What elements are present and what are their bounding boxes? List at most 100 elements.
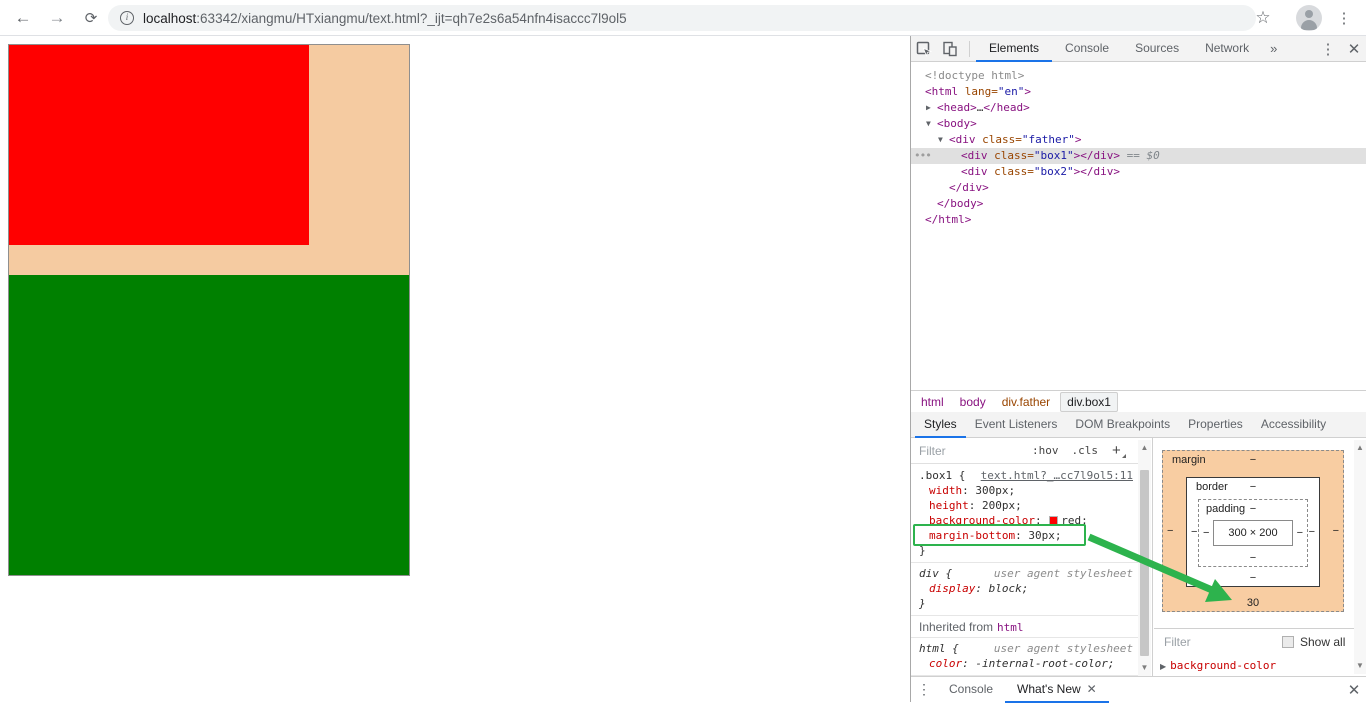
border-bottom-value[interactable]: − xyxy=(1250,572,1256,584)
css-property-name[interactable]: width xyxy=(929,484,962,497)
css-property-name[interactable]: display xyxy=(929,582,975,595)
tree-row[interactable]: </div> xyxy=(911,180,1366,196)
tree-row[interactable]: <html lang="en"> xyxy=(911,84,1366,100)
css-property-value[interactable]: 200px; xyxy=(982,499,1022,512)
breadcrumb-item-div-box1[interactable]: div.box1 xyxy=(1060,391,1118,412)
css-declaration[interactable]: width: 300px; xyxy=(911,483,1138,498)
show-all-label: Show all xyxy=(1300,635,1346,649)
address-bar[interactable]: i localhost:63342/xiangmu/HTxiangmu/text… xyxy=(108,5,1256,31)
scrollbar-thumb[interactable] xyxy=(1140,470,1149,656)
tree-row[interactable]: <div class="box2"></div> xyxy=(911,164,1366,180)
tab-sources[interactable]: Sources xyxy=(1122,36,1192,62)
collapse-arrow-icon[interactable]: ▼ xyxy=(926,116,937,132)
tab-properties[interactable]: Properties xyxy=(1179,412,1252,438)
sidebar-scrollbar[interactable]: ▲ ▼ xyxy=(1354,440,1366,674)
css-property-value[interactable]: 30px; xyxy=(1028,529,1061,542)
expand-triangle-icon[interactable]: ▶ xyxy=(1160,662,1166,671)
css-property-name[interactable]: margin-bottom xyxy=(929,529,1015,542)
css-declaration[interactable]: height: 200px; xyxy=(911,498,1138,513)
tab-elements[interactable]: Elements xyxy=(976,36,1052,62)
breadcrumb-item-html[interactable]: html xyxy=(915,393,950,411)
reload-icon[interactable]: ⟳ xyxy=(76,0,106,36)
inherited-node[interactable]: html xyxy=(997,621,1024,634)
tab-close-icon[interactable]: ✕ xyxy=(1087,682,1097,696)
box-model-border[interactable]: border − − − − padding − − − − 300 × 200 xyxy=(1186,477,1320,587)
devtools-menu-icon[interactable]: ⋮ xyxy=(1315,36,1341,62)
scroll-up-icon[interactable]: ▲ xyxy=(1138,442,1151,454)
bookmark-star-icon[interactable]: ☆ xyxy=(1248,0,1278,36)
tree-row[interactable]: </body> xyxy=(911,196,1366,212)
class-toggle[interactable]: .cls xyxy=(1072,444,1099,457)
tab-console[interactable]: Console xyxy=(1052,36,1122,62)
css-declaration[interactable]: color: -internal-root-color; xyxy=(911,656,1138,671)
breadcrumb-item-body[interactable]: body xyxy=(954,393,992,411)
border-right-value[interactable]: − xyxy=(1309,526,1315,538)
padding-right-value[interactable]: − xyxy=(1297,527,1303,539)
box-model-padding[interactable]: padding − − − − 300 × 200 xyxy=(1198,499,1308,567)
stylesheet-source-link[interactable]: text.html?_…cc7l9ol5:11 xyxy=(981,468,1133,483)
breadcrumb-item-div-father[interactable]: div.father xyxy=(996,393,1056,411)
new-style-rule-button[interactable]: + xyxy=(1112,442,1126,459)
css-declaration[interactable]: display: block; xyxy=(911,581,1138,596)
computed-filter-input[interactable] xyxy=(1164,635,1254,649)
drawer-menu-icon[interactable]: ⋮ xyxy=(911,681,937,698)
tree-row[interactable]: </html> xyxy=(911,212,1366,228)
css-property-name[interactable]: height xyxy=(929,499,969,512)
collapse-arrow-icon[interactable]: ▼ xyxy=(938,132,949,148)
scroll-up-icon[interactable]: ▲ xyxy=(1354,442,1366,454)
tab-accessibility[interactable]: Accessibility xyxy=(1252,412,1335,438)
expand-arrow-icon[interactable]: ▶ xyxy=(926,100,937,116)
tree-row[interactable]: ▼ <div class="father"> xyxy=(911,132,1366,148)
styles-filter-input[interactable] xyxy=(919,443,1019,458)
tree-row[interactable]: ▼ <body> xyxy=(911,116,1366,132)
browser-menu-icon[interactable]: ⋮ xyxy=(1332,0,1356,36)
drawer-close-icon[interactable]: ✕ xyxy=(1341,677,1366,703)
border-top-value[interactable]: − xyxy=(1250,481,1256,493)
tab-dom-breakpoints[interactable]: DOM Breakpoints xyxy=(1066,412,1179,438)
box-model-content[interactable]: 300 × 200 xyxy=(1213,520,1293,546)
css-property-value[interactable]: 300px; xyxy=(975,484,1015,497)
rule-selector[interactable]: html { xyxy=(919,642,959,655)
devtools-close-icon[interactable]: ✕ xyxy=(1341,36,1366,62)
padding-left-value[interactable]: − xyxy=(1203,527,1209,539)
margin-right-value[interactable]: − xyxy=(1333,525,1339,537)
device-toolbar-icon[interactable] xyxy=(937,36,963,62)
padding-bottom-value[interactable]: − xyxy=(1250,552,1256,564)
drawer-tab-what-s-new[interactable]: What's New ✕ xyxy=(1005,677,1109,703)
styles-scrollbar[interactable]: ▲ ▼ xyxy=(1138,440,1151,676)
border-left-value[interactable]: − xyxy=(1191,526,1197,538)
more-panels-icon[interactable]: » xyxy=(1262,41,1285,56)
tree-row[interactable]: <!doctype html> xyxy=(911,68,1366,84)
box-model-margin[interactable]: margin − − − 30 border − − − − padding −… xyxy=(1162,450,1344,612)
inspect-element-icon[interactable] xyxy=(911,36,937,62)
tab-network[interactable]: Network xyxy=(1192,36,1262,62)
avatar[interactable] xyxy=(1296,5,1322,31)
tab-styles[interactable]: Styles xyxy=(915,412,966,438)
computed-property-row[interactable]: ▶ background-color xyxy=(1160,657,1276,674)
code-segment: ></div> xyxy=(1073,165,1120,178)
rule-selector[interactable]: .box1 { xyxy=(919,469,965,482)
margin-top-value[interactable]: − xyxy=(1250,454,1256,466)
scroll-down-icon[interactable]: ▼ xyxy=(1354,660,1366,672)
css-property-name[interactable]: color xyxy=(929,657,962,670)
margin-left-value[interactable]: − xyxy=(1167,525,1173,537)
padding-top-value[interactable]: − xyxy=(1250,503,1256,515)
url-text[interactable]: localhost:63342/xiangmu/HTxiangmu/text.h… xyxy=(143,11,627,26)
margin-bottom-value[interactable]: 30 xyxy=(1247,597,1259,609)
back-icon[interactable]: ← xyxy=(8,0,38,36)
scroll-down-icon[interactable]: ▼ xyxy=(1138,662,1151,674)
css-declaration[interactable]: margin-bottom: 30px; xyxy=(911,524,1138,546)
page-info-icon[interactable]: i xyxy=(120,11,134,25)
show-all-checkbox[interactable] xyxy=(1282,636,1294,648)
css-property-value[interactable]: block; xyxy=(989,582,1029,595)
stylesheet-origin: user agent stylesheet xyxy=(993,642,1133,655)
url-rest: :63342/xiangmu/HTxiangmu/text.html?_ijt=… xyxy=(196,10,627,26)
rule-selector[interactable]: div { xyxy=(919,567,952,580)
pseudo-state-toggle[interactable]: :hov xyxy=(1032,444,1059,457)
drawer-tab-console[interactable]: Console xyxy=(937,677,1005,703)
tab-event-listeners[interactable]: Event Listeners xyxy=(966,412,1067,438)
forward-icon[interactable]: → xyxy=(42,0,72,36)
css-property-value[interactable]: -internal-root-color; xyxy=(975,657,1114,670)
tree-row[interactable]: ••• <div class="box1"></div> == $0 xyxy=(911,148,1366,164)
tree-row[interactable]: ▶ <head>…</head> xyxy=(911,100,1366,116)
